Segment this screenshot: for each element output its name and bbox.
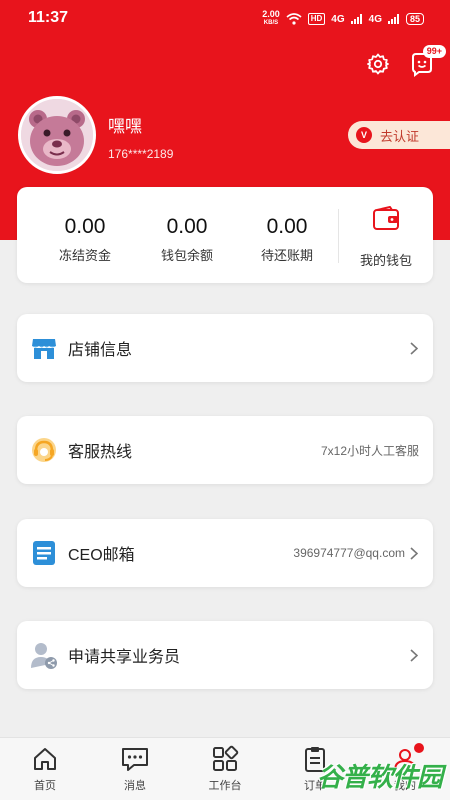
tab-label: 消息 (124, 780, 146, 792)
shop-icon (29, 333, 59, 363)
signal-bars-icon (350, 14, 362, 24)
tab-label: 首页 (34, 780, 56, 792)
pending-payment-stat[interactable]: 0.00 待还账期 (237, 215, 337, 264)
menu-item-shop-info[interactable]: 店铺信息 (17, 314, 433, 382)
verify-badge-icon: V (356, 127, 372, 143)
stat-value: 0.00 (166, 215, 208, 238)
stat-label: 待还账期 (260, 248, 313, 263)
avatar[interactable] (18, 96, 96, 174)
stat-value: 0.00 (266, 215, 308, 238)
user-share-icon (29, 640, 59, 670)
tab-workbench[interactable]: 工作台 (180, 738, 270, 800)
menu-item-customer-service[interactable]: 客服热线 7x12小时人工客服 (17, 416, 433, 484)
wallet-card: 0.00 冻结资金 0.00 钱包余额 0.00 待还账期 我的钱包 (17, 187, 433, 283)
menu-label: 申请共享业务员 (68, 649, 181, 666)
chevron-right-icon (407, 546, 421, 560)
my-wallet-button[interactable]: 我的钱包 (339, 205, 433, 271)
tab-messages[interactable]: 消息 (90, 738, 180, 800)
headset-icon (29, 435, 59, 465)
stat-value: 0.00 (64, 215, 106, 238)
status-bar: 11:37 2.00 KB/S HD 4G 4G 85 (0, 0, 450, 36)
message-count-badge: 99+ (422, 45, 446, 58)
signal-1: 4G (331, 13, 345, 25)
header-actions: 99+ (364, 45, 446, 78)
menu-label: 店铺信息 (68, 342, 133, 359)
stat-label: 冻结资金 (58, 248, 111, 263)
grid-icon (210, 744, 240, 774)
chevron-right-icon (407, 341, 421, 355)
mail-document-icon (29, 538, 59, 568)
verify-button[interactable]: V 去认证 (348, 121, 450, 149)
battery-indicator: 85 (405, 13, 424, 25)
tab-label: 工作台 (208, 780, 242, 792)
user-name: 嘿嘿 (108, 117, 142, 136)
my-wallet-label: 我的钱包 (359, 253, 412, 268)
wifi-icon (286, 13, 302, 25)
messages-button[interactable]: 99+ (408, 45, 446, 78)
status-time: 11:37 (28, 9, 69, 26)
tab-home[interactable]: 首页 (0, 738, 90, 800)
menu-label: 客服热线 (68, 444, 133, 461)
wallet-icon (373, 206, 399, 230)
hd-badge: HD (307, 13, 326, 25)
frozen-funds-stat[interactable]: 0.00 冻结资金 (35, 215, 135, 264)
ceo-email: 396974777@qq.com (293, 546, 405, 560)
home-icon (30, 744, 60, 774)
signal-bars-icon (387, 14, 399, 24)
network-speed: 2.00 KB/S (262, 9, 280, 27)
notification-dot (414, 743, 424, 753)
user-phone: 176****2189 (108, 147, 174, 161)
settings-button[interactable] (364, 50, 392, 78)
menu-item-ceo-mailbox[interactable]: CEO邮箱 396974777@qq.com (17, 519, 433, 587)
chat-icon (120, 744, 150, 774)
watermark-logo: 谷普软件园 (316, 762, 443, 792)
stat-label: 钱包余额 (160, 248, 213, 263)
chevron-right-icon (407, 648, 421, 662)
wallet-balance-stat[interactable]: 0.00 钱包余额 (137, 215, 237, 264)
status-indicators: 2.00 KB/S HD 4G 4G 85 (262, 10, 424, 28)
signal-2: 4G (368, 13, 382, 25)
service-hours: 7x12小时人工客服 (320, 443, 419, 458)
menu-label: CEO邮箱 (68, 547, 135, 564)
gear-icon (367, 53, 389, 75)
verify-label: 去认证 (380, 128, 420, 144)
menu-item-apply-salesperson[interactable]: 申请共享业务员 (17, 621, 433, 689)
bear-avatar-icon (21, 99, 93, 171)
